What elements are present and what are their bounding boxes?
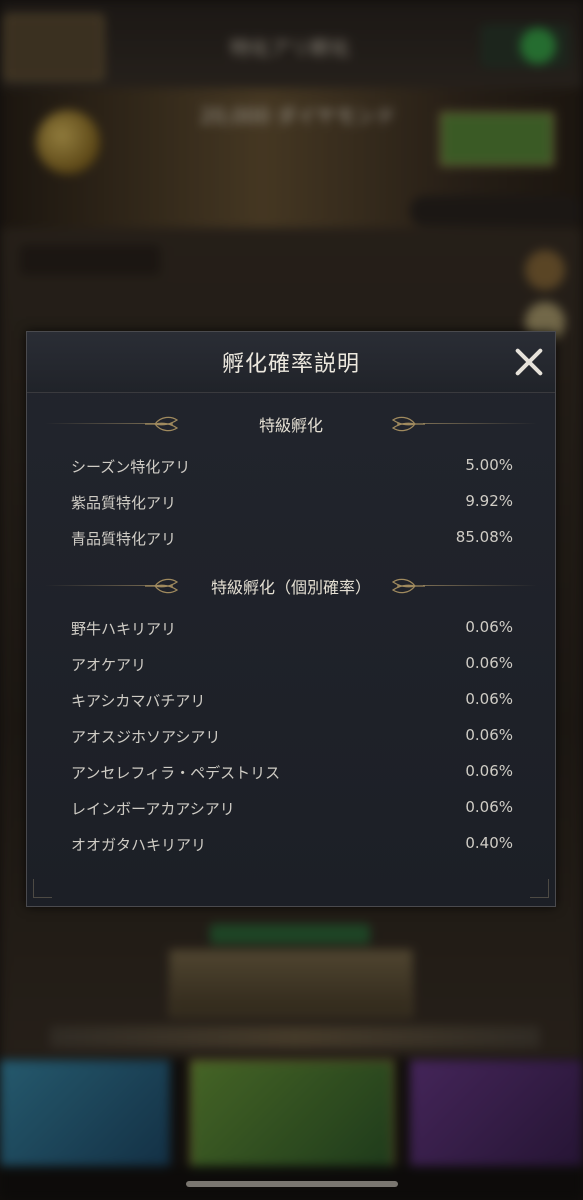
rate-row: シーズン特化アリ 5.00% (27, 450, 555, 486)
modal-title: 孵化確率説明 (221, 352, 360, 377)
ant-rate: 85.08% (455, 528, 513, 546)
rate-list-2: 野牛ハキリアリ 0.06% アオケアリ 0.06% キアシカマバチアリ 0.06… (27, 612, 555, 864)
rate-row: アンセレフィラ・ペデストリス 0.06% (27, 756, 555, 792)
leaf-ornament-icon (391, 416, 425, 432)
rate-list-1: シーズン特化アリ 5.00% 紫品質特化アリ 9.92% 青品質特化アリ 85.… (27, 450, 555, 558)
rate-row: 野牛ハキリアリ 0.06% (27, 612, 555, 648)
ant-name: アオケアリ (71, 656, 147, 674)
ant-rate: 0.06% (465, 798, 513, 816)
ant-name: 紫品質特化アリ (71, 494, 177, 512)
modal-header: 孵化確率説明 (27, 332, 555, 393)
close-icon[interactable] (511, 344, 547, 380)
ant-name: 野牛ハキリアリ (71, 620, 177, 638)
ant-name: アオスジホソアシアリ (71, 728, 221, 746)
rate-row: 青品質特化アリ 85.08% (27, 522, 555, 558)
divider (423, 423, 537, 424)
ant-rate: 0.40% (465, 834, 513, 852)
ant-name: オオガタハキリアリ (71, 836, 207, 854)
rate-row: キアシカマバチアリ 0.06% (27, 684, 555, 720)
ant-rate: 0.06% (465, 762, 513, 780)
ant-rate: 0.06% (465, 690, 513, 708)
corner-ornament (530, 879, 549, 898)
ant-rate: 5.00% (465, 456, 513, 474)
ant-rate: 9.92% (465, 492, 513, 510)
ant-name: レインボーアカアシアリ (71, 800, 235, 818)
divider (423, 585, 537, 586)
section-header: 特級孵化 (27, 412, 555, 436)
ant-name: 青品質特化アリ (71, 530, 177, 548)
ant-name: キアシカマバチアリ (71, 692, 206, 710)
rate-row: レインボーアカアシアリ 0.06% (27, 792, 555, 828)
section-title: 特級孵化 (258, 416, 323, 435)
ant-rate: 0.06% (465, 654, 513, 672)
leaf-ornament-icon (391, 578, 425, 594)
rate-row: アオケアリ 0.06% (27, 648, 555, 684)
section-title: 特級孵化（個別確率） (210, 578, 371, 597)
rate-row: アオスジホソアシアリ 0.06% (27, 720, 555, 756)
ant-rate: 0.06% (465, 726, 513, 744)
ant-rate: 0.06% (465, 618, 513, 636)
home-indicator[interactable] (186, 1181, 398, 1187)
rate-row: 紫品質特化アリ 9.92% (27, 486, 555, 522)
rate-row: オオガタハキリアリ 0.40% (27, 828, 555, 864)
ant-name: シーズン特化アリ (71, 458, 191, 476)
probability-modal: 孵化確率説明 特級孵化 シーズン特化アリ 5.00% 紫品質特化アリ 9.92%… (26, 331, 556, 907)
corner-ornament (33, 879, 52, 898)
ant-name: アンセレフィラ・ペデストリス (71, 764, 281, 782)
section-header: 特級孵化（個別確率） (27, 574, 555, 598)
